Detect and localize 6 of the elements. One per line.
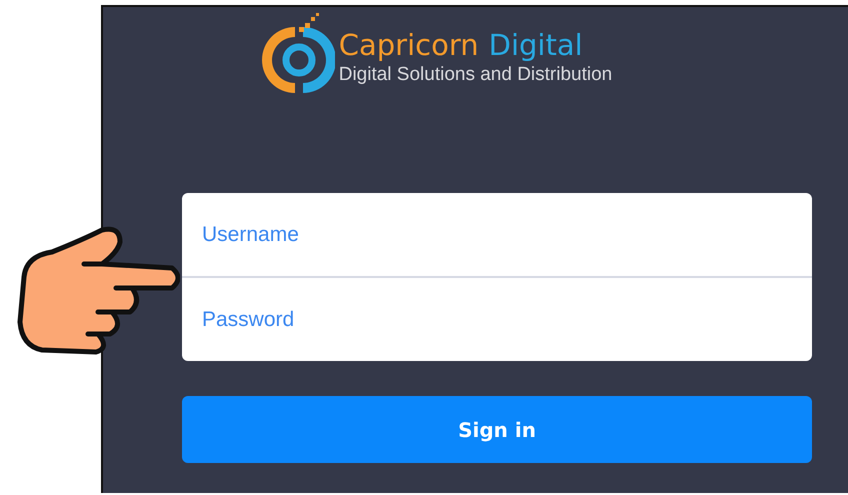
- logo-brand: Capricorn: [338, 27, 479, 63]
- password-field[interactable]: Password: [182, 278, 812, 361]
- username-field[interactable]: Username: [182, 193, 812, 276]
- logo-brand-accent: Digital: [488, 27, 583, 63]
- sign-in-button[interactable]: Sign in: [182, 396, 812, 463]
- logo-tagline: Digital Solutions and Distribution: [338, 63, 612, 87]
